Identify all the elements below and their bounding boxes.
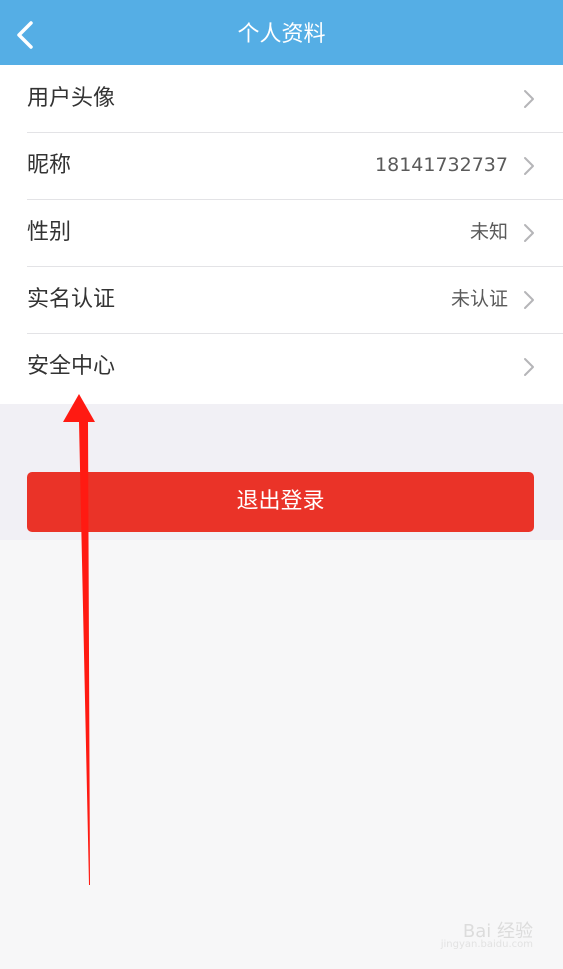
row-gender[interactable]: 性别 未知 <box>0 199 563 266</box>
gender-value: 未知 <box>469 221 508 243</box>
chevron-right-icon <box>524 291 534 309</box>
logout-button[interactable]: 退出登录 <box>27 472 534 532</box>
watermark-url: jingyan.baidu.com <box>440 939 533 950</box>
chevron-right-icon <box>524 224 534 242</box>
row-real-name-verification[interactable]: 实名认证 未认证 <box>0 266 563 333</box>
row-nickname[interactable]: 昵称 18141732737 <box>0 132 563 199</box>
chevron-right-icon <box>524 90 534 108</box>
row-label: 性别 <box>27 220 72 245</box>
row-security-center[interactable]: 安全中心 <box>0 333 563 400</box>
row-label: 昵称 <box>27 153 72 178</box>
row-label: 实名认证 <box>27 287 116 312</box>
chevron-right-icon <box>524 157 534 175</box>
profile-settings-list: 用户头像 昵称 18141732737 性别 未知 实名认证 未认证 安全中心 <box>0 65 563 404</box>
page-title: 个人资料 <box>237 22 326 47</box>
row-label: 用户头像 <box>27 86 116 111</box>
verification-status-value: 未认证 <box>450 288 508 310</box>
chevron-right-icon <box>524 358 534 376</box>
baidu-jingyan-watermark: Bai 经验 jingyan.baidu.com <box>441 917 533 950</box>
nickname-value: 18141732737 <box>375 154 508 176</box>
top-nav-bar: 个人资料 <box>0 0 563 65</box>
row-avatar[interactable]: 用户头像 <box>0 65 563 132</box>
row-label: 安全中心 <box>27 354 116 379</box>
